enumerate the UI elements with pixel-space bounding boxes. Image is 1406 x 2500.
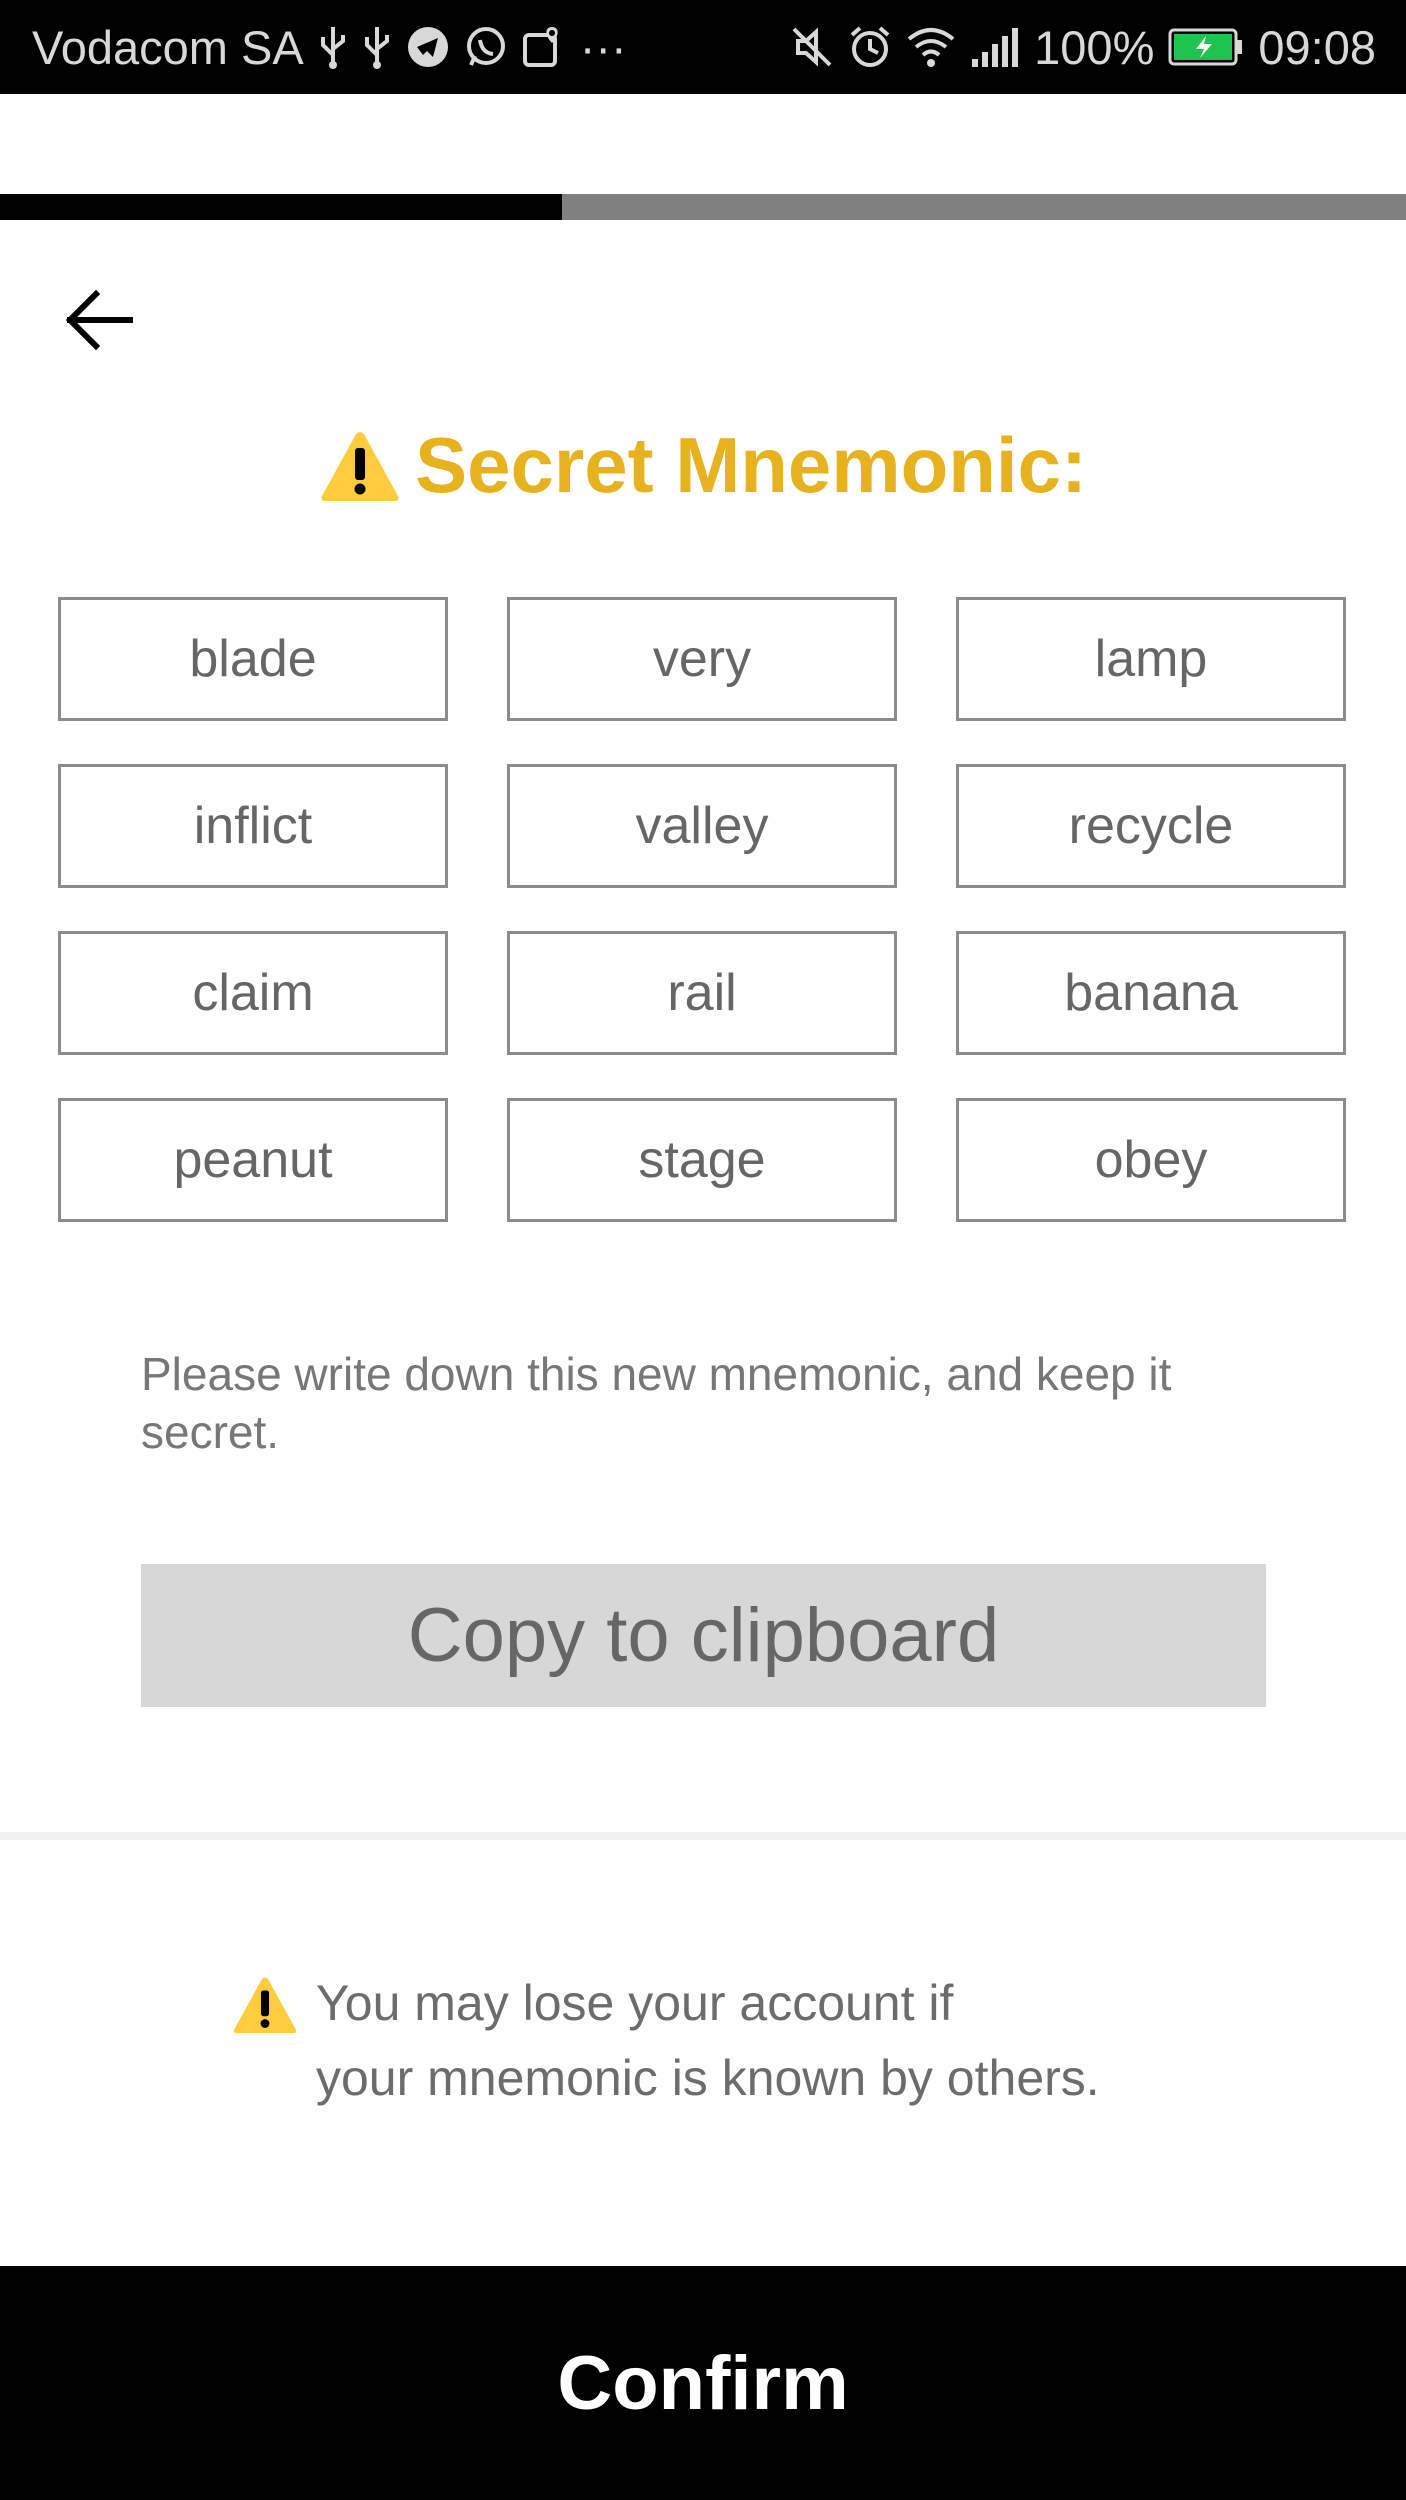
warning-text: You may lose your account if your mnemon…: [316, 1966, 1276, 2116]
status-bar-right: 100% 09:08: [790, 20, 1376, 75]
mnemonic-word: rail: [507, 931, 897, 1055]
step-progress-bar: [0, 194, 1406, 220]
mnemonic-word: blade: [58, 597, 448, 721]
mnemonic-word: recycle: [956, 764, 1346, 888]
step-progress-fill: [0, 194, 563, 220]
mnemonic-word: peanut: [58, 1098, 448, 1222]
mnemonic-word: banana: [956, 931, 1346, 1055]
mnemonic-word: inflict: [58, 764, 448, 888]
more-notifications-indicator: ···: [579, 20, 627, 74]
warning-text-line-2: your mnemonic is known by others.: [316, 2050, 1100, 2106]
telegram-icon: [406, 25, 450, 69]
clock-time: 09:08: [1258, 20, 1376, 74]
copy-to-clipboard-button[interactable]: Copy to clipboard: [141, 1564, 1266, 1707]
mnemonic-word: lamp: [956, 597, 1346, 721]
confirm-button[interactable]: Confirm: [0, 2266, 1406, 2500]
mnemonic-word-grid: blade very lamp inflict valley recycle c…: [58, 597, 1348, 1222]
battery-percent: 100%: [1034, 20, 1155, 74]
arrow-left-icon: [65, 289, 133, 351]
account-warning: You may lose your account if your mnemon…: [232, 1966, 1282, 2116]
alarm-icon: [848, 25, 892, 69]
page-title: Secret Mnemonic:: [415, 421, 1087, 509]
mnemonic-word: obey: [956, 1098, 1346, 1222]
section-divider: [0, 1832, 1406, 1840]
mnemonic-word: claim: [58, 931, 448, 1055]
app-header: [0, 94, 1406, 194]
usb-icon: [318, 25, 348, 69]
warning-icon: [321, 431, 399, 501]
battery-charging-icon: [1168, 27, 1244, 67]
signal-icon: [970, 25, 1020, 69]
mute-icon: [790, 25, 834, 69]
wifi-icon: [906, 25, 956, 69]
usb-icon: [362, 25, 392, 69]
warning-icon: [233, 1977, 297, 2034]
mnemonic-word: valley: [507, 764, 897, 888]
mnemonic-title-row: Secret Mnemonic:: [0, 420, 1406, 511]
status-bar-left: Vodacom SA ···: [32, 20, 627, 75]
mnemonic-word: very: [507, 597, 897, 721]
mnemonic-word: stage: [507, 1098, 897, 1222]
carrier-name: Vodacom SA: [32, 20, 304, 74]
whatsapp-icon: [464, 25, 508, 69]
maps-icon: [522, 25, 566, 69]
status-bar: Vodacom SA ··· 100% 09:08: [0, 0, 1406, 94]
back-button[interactable]: [54, 280, 142, 360]
warning-text-line-1: You may lose your account if: [316, 1975, 954, 2031]
instructions-text: Please write down this new mnemonic, and…: [141, 1348, 1172, 1458]
